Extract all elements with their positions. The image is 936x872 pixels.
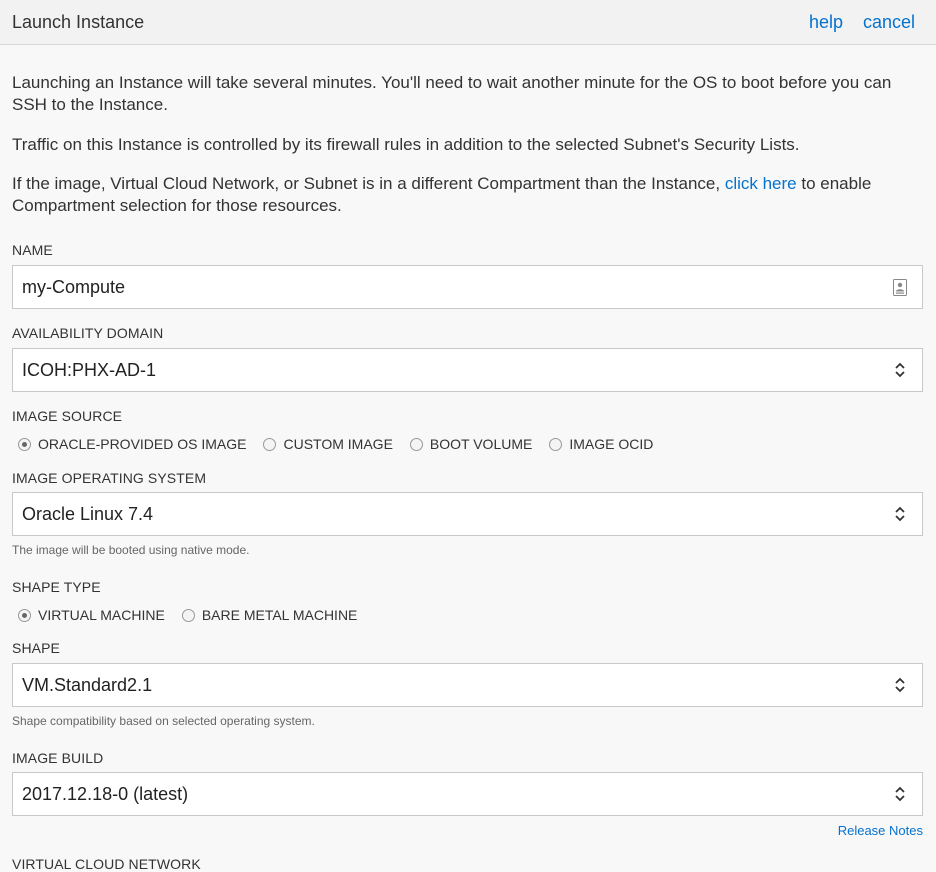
name-input[interactable] — [22, 276, 862, 298]
select-arrows-icon — [892, 361, 908, 379]
radio-indicator[interactable] — [18, 608, 31, 622]
vcn-label: VIRTUAL CLOUD NETWORK — [12, 856, 201, 872]
release-notes-link[interactable]: Release Notes — [838, 823, 923, 838]
intro-compartment: If the image, Virtual Cloud Network, or … — [12, 173, 922, 217]
image-build-label: IMAGE BUILD — [12, 750, 104, 766]
radio-indicator[interactable] — [409, 437, 423, 451]
dialog-title: Launch Instance — [12, 11, 145, 32]
image-os-select[interactable]: Oracle Linux 7.4 — [12, 492, 923, 536]
shape-hint: Shape compatibility based on selected op… — [12, 714, 315, 728]
radio-label: VIRTUAL MACHINE — [38, 607, 165, 623]
radio-label: BARE METAL MACHINE — [201, 607, 358, 623]
radio-indicator[interactable] — [181, 608, 195, 622]
radio-bare-metal-machine[interactable]: BARE METAL MACHINE — [181, 607, 358, 623]
availability-domain-select[interactable]: ICOH:PHX-AD-1 — [12, 348, 923, 392]
radio-label: BOOT VOLUME — [429, 436, 533, 452]
intro-compartment-text-before: If the image, Virtual Cloud Network, or … — [12, 174, 725, 193]
shape-select[interactable]: VM.Standard2.1 — [12, 663, 923, 707]
click-here-link[interactable]: click here — [725, 174, 797, 193]
cancel-link[interactable]: cancel — [863, 12, 915, 33]
intro-launch-time: Launching an Instance will take several … — [12, 73, 892, 114]
radio-custom-image[interactable]: CUSTOM IMAGE — [263, 436, 393, 452]
dialog-header: Launch Instance help cancel — [0, 0, 936, 45]
radio-label: ORACLE-PROVIDED OS IMAGE — [38, 436, 247, 452]
image-os-hint: The image will be booted using native mo… — [12, 543, 250, 557]
name-field-wrapper — [12, 265, 923, 309]
radio-indicator[interactable] — [549, 437, 563, 451]
image-build-value: 2017.12.18-0 (latest) — [22, 783, 189, 804]
contact-card-icon[interactable] — [892, 278, 908, 296]
availability-domain-value: ICOH:PHX-AD-1 — [22, 359, 157, 380]
shape-label: SHAPE — [12, 640, 60, 656]
image-os-value: Oracle Linux 7.4 — [22, 503, 154, 524]
shape-value: VM.Standard2.1 — [22, 674, 153, 695]
image-source-radio-group: ORACLE-PROVIDED OS IMAGE CUSTOM IMAGE BO… — [18, 436, 670, 452]
radio-image-ocid[interactable]: IMAGE OCID — [549, 436, 653, 452]
radio-boot-volume[interactable]: BOOT VOLUME — [409, 436, 533, 452]
image-source-label: IMAGE SOURCE — [12, 408, 123, 424]
radio-label: IMAGE OCID — [569, 436, 654, 452]
help-link[interactable]: help — [809, 12, 843, 33]
shape-type-label: SHAPE TYPE — [12, 579, 101, 595]
intro-traffic: Traffic on this Instance is controlled b… — [12, 135, 800, 154]
radio-indicator[interactable] — [18, 437, 31, 451]
name-label: NAME — [12, 242, 53, 258]
availability-domain-label: AVAILABILITY DOMAIN — [12, 325, 164, 341]
image-build-select[interactable]: 2017.12.18-0 (latest) — [12, 772, 923, 816]
radio-oracle-provided-os-image[interactable]: ORACLE-PROVIDED OS IMAGE — [18, 436, 246, 452]
image-os-label: IMAGE OPERATING SYSTEM — [12, 470, 207, 486]
header-actions: help cancel — [809, 12, 915, 33]
select-arrows-icon — [892, 505, 908, 523]
radio-virtual-machine[interactable]: VIRTUAL MACHINE — [18, 607, 165, 623]
radio-label: CUSTOM IMAGE — [283, 436, 393, 452]
select-arrows-icon — [892, 785, 908, 803]
radio-indicator[interactable] — [263, 437, 277, 451]
select-arrows-icon — [892, 676, 908, 694]
shape-type-radio-group: VIRTUAL MACHINE BARE METAL MACHINE — [18, 607, 374, 623]
